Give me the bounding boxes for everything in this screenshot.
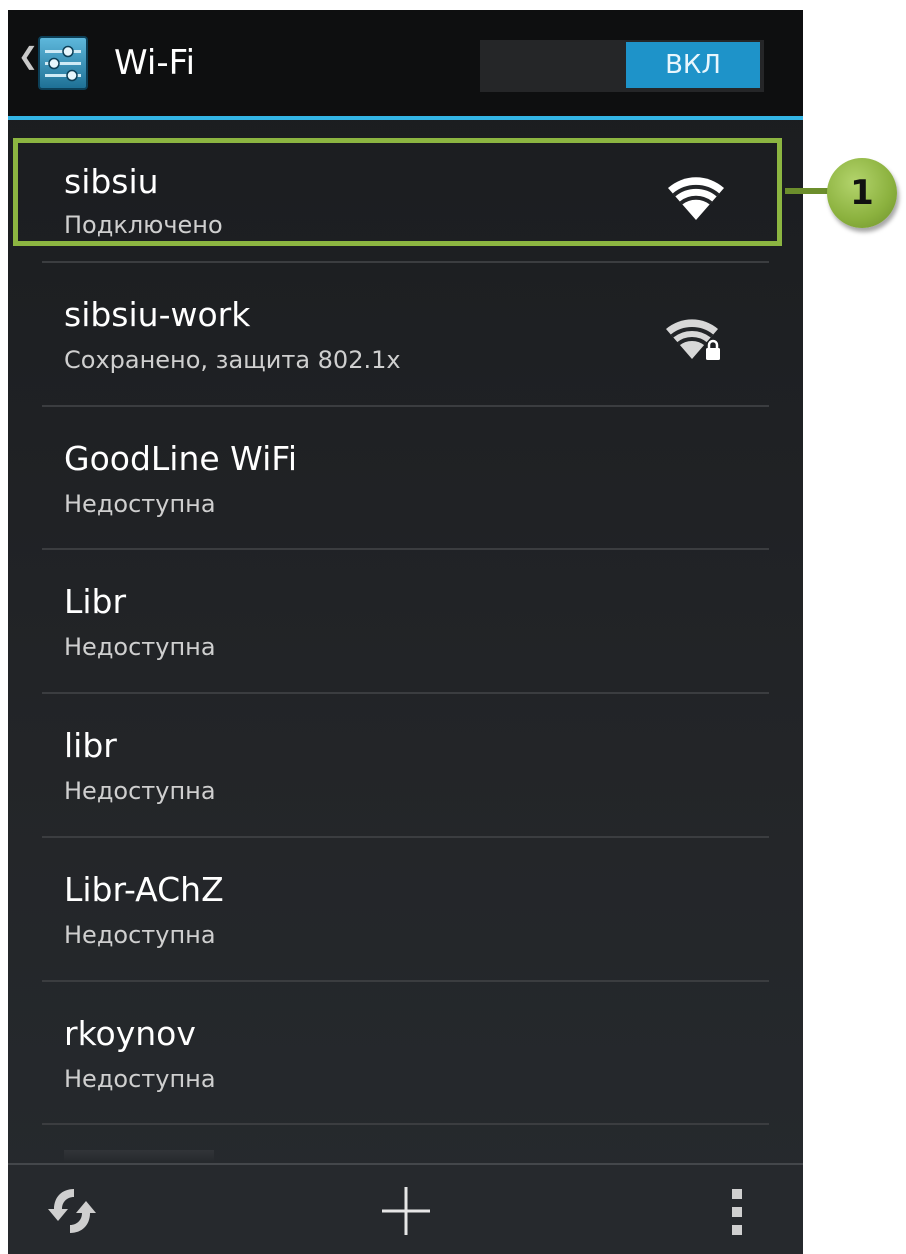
- network-name: Libr: [64, 582, 127, 621]
- wifi-locked-icon: [666, 319, 720, 360]
- page-title: Wi-Fi: [114, 43, 196, 83]
- add-icon[interactable]: [378, 1183, 434, 1239]
- network-status: Недоступна: [64, 633, 216, 661]
- network-row-goodline[interactable]: GoodLine WiFi Недоступна: [8, 407, 803, 549]
- network-row-libr-2[interactable]: libr Недоступна: [8, 694, 803, 836]
- network-status: Недоступна: [64, 777, 216, 805]
- list-item-partial: [64, 1150, 214, 1162]
- network-row-rkoynov[interactable]: rkoynov Недоступна: [8, 982, 803, 1124]
- network-row-sibsiu-work[interactable]: sibsiu-work Сохранено, защита 802.1x: [8, 263, 803, 405]
- network-status: Недоступна: [64, 490, 216, 518]
- action-bar: ❮ Wi-Fi ВКЛ: [8, 10, 803, 116]
- toggle-on-label: ВКЛ: [626, 42, 760, 88]
- highlight-box: [13, 138, 782, 246]
- network-name: GoodLine WiFi: [64, 439, 297, 478]
- network-row-libr-achz[interactable]: Libr-AChZ Недоступна: [8, 838, 803, 980]
- network-status: Недоступна: [64, 921, 216, 949]
- network-status: Недоступна: [64, 1065, 216, 1093]
- network-name: sibsiu-work: [64, 295, 251, 334]
- scan-icon[interactable]: [44, 1183, 100, 1239]
- network-name: libr: [64, 726, 117, 765]
- bottom-action-bar: [8, 1163, 803, 1254]
- list-divider: [42, 1123, 769, 1125]
- settings-sliders-icon[interactable]: [38, 36, 88, 90]
- chevron-left-icon[interactable]: ❮: [18, 44, 38, 68]
- network-name: Libr-AChZ: [64, 870, 224, 909]
- network-row-libr-1[interactable]: Libr Недоступна: [8, 550, 803, 692]
- wifi-toggle[interactable]: ВКЛ: [480, 40, 764, 92]
- overflow-menu-icon[interactable]: [726, 1185, 750, 1239]
- callout-badge: 1: [827, 158, 897, 228]
- network-status: Сохранено, защита 802.1x: [64, 346, 401, 374]
- network-name: rkoynov: [64, 1014, 196, 1053]
